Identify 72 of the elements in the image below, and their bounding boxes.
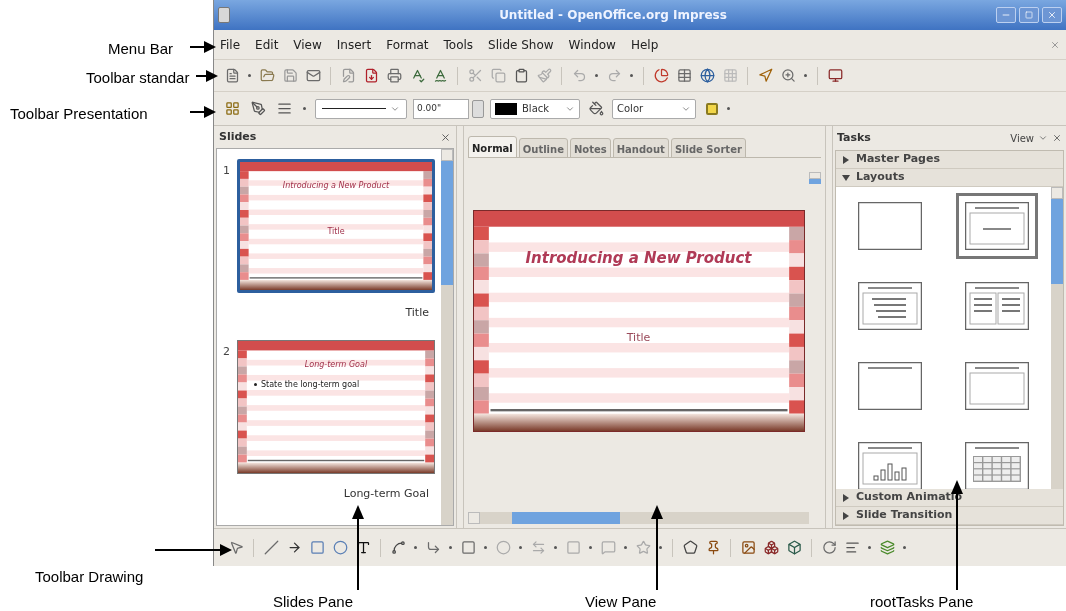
scrollbar[interactable] [1051, 187, 1063, 489]
annotation-label: Slides Pane [273, 592, 354, 611]
annotation-label: Toolbar Drawing [35, 567, 144, 587]
annotation-label: rootTasks Pane [870, 592, 974, 611]
task-section-header[interactable]: Layouts [836, 169, 1063, 187]
line-style-dropdown[interactable] [315, 98, 407, 119]
slide-title: Introducing a New Product [525, 248, 752, 269]
slide-label: Long-term Goal [343, 485, 429, 502]
slide-label: Title [405, 305, 429, 321]
slide-number: 2 [223, 343, 231, 360]
slide-title: Introducing a New Product [282, 180, 390, 192]
menu-item[interactable]: Help [630, 35, 659, 54]
annotation-label: Menu Bar [108, 39, 174, 59]
layout-thumbnail-icon [857, 202, 922, 250]
annotation-label: View Pane [585, 592, 657, 611]
slide-canvas[interactable]: Introducing a New Product Title [472, 210, 805, 432]
layout-option[interactable] [956, 193, 1039, 259]
close-document-icon[interactable] [1050, 39, 1060, 50]
pane-title: Slides [219, 128, 257, 145]
annotation-label: Toolbar standar [86, 68, 190, 88]
menu-item[interactable]: File [220, 35, 241, 54]
layout-thumbnail-icon [965, 362, 1030, 410]
color-swatch [495, 102, 517, 115]
minimize-button[interactable] [996, 7, 1016, 23]
line-width-field[interactable]: 0.00" [413, 98, 469, 119]
line-color-dropdown[interactable]: Black [490, 98, 580, 119]
scrollbar[interactable] [809, 172, 821, 184]
pane-title: Tasks [837, 129, 871, 146]
layout-thumbnail-icon [857, 362, 922, 410]
menu-item[interactable]: View [293, 35, 322, 54]
app-icon [218, 7, 230, 23]
pointer-arrow [195, 70, 218, 82]
area-style-dropdown[interactable]: Color [612, 98, 696, 119]
menu-item[interactable]: Edit [255, 35, 279, 54]
slide-subtitle: Title [327, 226, 345, 238]
view-tab[interactable]: Normal [468, 136, 517, 158]
layout-thumbnail-icon [857, 282, 922, 330]
bullet-icon [254, 383, 257, 386]
view-tab[interactable]: Slide Sorter [670, 138, 746, 158]
view-menu[interactable]: View [1010, 130, 1034, 146]
maximize-button[interactable] [1019, 7, 1039, 23]
spin-button[interactable] [472, 99, 484, 118]
close-icon[interactable] [1052, 133, 1062, 143]
close-icon[interactable] [440, 131, 451, 143]
pointer-arrow [189, 41, 216, 53]
layout-thumbnail-icon [965, 282, 1030, 330]
window-title: Untitled - OpenOffice.org Impress [498, 7, 728, 24]
menu-item[interactable]: Insert [336, 35, 372, 54]
task-section-header[interactable]: Master Pages [836, 151, 1063, 169]
horizontal-scrollbar[interactable] [468, 512, 809, 524]
slide-subtitle: Title [626, 329, 651, 346]
menu-item[interactable]: Window [568, 35, 616, 54]
slide-number: 1 [223, 163, 231, 179]
slide-title: Long-term Goal [304, 358, 368, 371]
view-tab[interactable]: Notes [569, 138, 611, 158]
menu-item[interactable]: Format [386, 35, 429, 54]
slide-thumbnail[interactable]: Introducing a New Product Title [237, 159, 435, 293]
slide-thumbnail[interactable]: Long-term Goal State the long-term goal [237, 339, 435, 474]
close-button[interactable] [1042, 7, 1062, 23]
scrollbar[interactable] [441, 149, 453, 525]
task-section-header[interactable]: Slide Transition [836, 507, 1063, 525]
pointer-arrow [189, 106, 216, 118]
view-tab[interactable]: Outline [518, 138, 568, 158]
slide-bullet: State the long-term goal [261, 378, 360, 391]
menu-item[interactable]: Tools [443, 35, 474, 54]
close-icon [1047, 10, 1057, 20]
maximize-icon [1025, 11, 1033, 19]
view-tab[interactable]: Handout [612, 138, 669, 158]
annotation-label: Toolbar Presentation [10, 104, 148, 124]
shadow-icon[interactable] [706, 102, 718, 115]
layout-thumbnail-icon [965, 202, 1030, 250]
menu-item[interactable]: Slide Show [488, 35, 554, 54]
